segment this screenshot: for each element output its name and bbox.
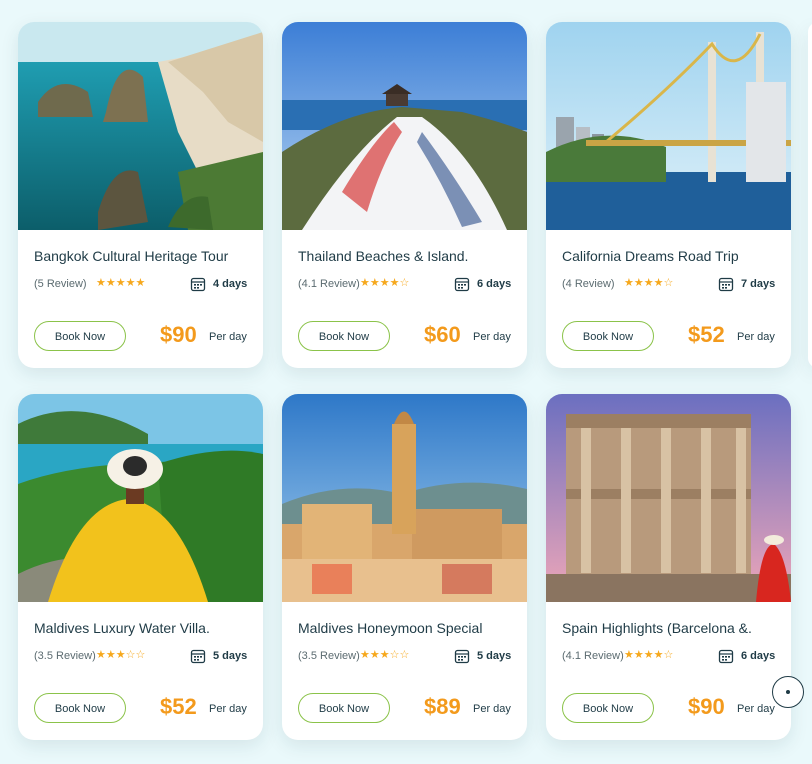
tour-price: $60 — [424, 322, 461, 347]
tour-photo-woman-yellow-dress[interactable] — [18, 394, 263, 602]
tour-title[interactable]: California Dreams Road Trip — [562, 248, 782, 264]
tour-title[interactable]: Maldives Honeymoon Special — [298, 620, 518, 636]
tour-title[interactable]: Thailand Beaches & Island. — [298, 248, 518, 264]
price-unit: Per day — [209, 703, 247, 715]
review-count: (3.5 Review) — [34, 650, 96, 662]
tour-price: $89 — [424, 694, 461, 719]
rating-stars: ★★★☆☆ — [360, 649, 410, 661]
tour-title[interactable]: Maldives Luxury Water Villa. — [34, 620, 254, 636]
tour-card[interactable]: Maldives Luxury Water Villa. (3.5 Review… — [18, 394, 263, 740]
rating-stars: ★★★★★ — [96, 277, 146, 289]
dot-icon — [786, 690, 790, 694]
tour-card[interactable]: Thailand Beaches & Island. (4.1 Review) … — [282, 22, 527, 368]
tour-duration: 7 days — [741, 278, 776, 290]
tour-title[interactable]: Bangkok Cultural Heritage Tour — [34, 248, 254, 264]
review-count: (5 Review) — [34, 278, 87, 290]
scroll-to-top-button[interactable] — [772, 676, 804, 708]
price-unit: Per day — [209, 331, 247, 343]
tour-photo-suspension-bridge[interactable] — [546, 22, 791, 230]
calendar-icon — [190, 649, 206, 664]
tour-card[interactable]: California Dreams Road Trip (4 Review) ★… — [546, 22, 791, 368]
tour-duration: 4 days — [213, 278, 248, 290]
review-count: (4.1 Review) — [562, 650, 624, 662]
rating-stars: ★★★★☆ — [360, 277, 410, 289]
book-now-button[interactable]: Book Now — [562, 321, 654, 351]
calendar-icon — [454, 649, 470, 664]
tour-photo-ancient-library-ruins[interactable] — [546, 394, 791, 602]
rating-stars: ★★★☆☆ — [96, 649, 146, 661]
rating-stars: ★★★★☆ — [624, 277, 674, 289]
tour-photo-coastal-town-tower[interactable] — [282, 394, 527, 602]
tour-duration: 5 days — [477, 650, 512, 662]
tour-card[interactable]: Spain Highlights (Barcelona &. (4.1 Revi… — [546, 394, 791, 740]
tour-price: $52 — [688, 322, 725, 347]
review-count: (4 Review) — [562, 278, 615, 290]
tour-card[interactable]: Bangkok Cultural Heritage Tour (5 Review… — [18, 22, 263, 368]
book-now-button[interactable]: Book Now — [298, 321, 390, 351]
tour-price: $90 — [688, 694, 725, 719]
review-count: (4.1 Review) — [298, 278, 360, 290]
tour-duration: 6 days — [477, 278, 512, 290]
price-unit: Per day — [737, 331, 775, 343]
price-unit: Per day — [473, 703, 511, 715]
tour-photo-snowy-hill-crowd[interactable] — [282, 22, 527, 230]
book-now-button[interactable]: Book Now — [298, 693, 390, 723]
tour-photo-coastal-cliffs[interactable] — [18, 22, 263, 230]
calendar-icon — [454, 277, 470, 292]
calendar-icon — [718, 649, 734, 664]
tour-title[interactable]: Spain Highlights (Barcelona &. — [562, 620, 782, 636]
tour-card[interactable]: Maldives Honeymoon Special (3.5 Review) … — [282, 394, 527, 740]
tour-price: $90 — [160, 322, 197, 347]
tour-duration: 6 days — [741, 650, 776, 662]
rating-stars: ★★★★☆ — [624, 649, 674, 661]
book-now-button[interactable]: Book Now — [562, 693, 654, 723]
price-unit: Per day — [737, 703, 775, 715]
partial-tour-card — [808, 22, 812, 368]
review-count: (3.5 Review) — [298, 650, 360, 662]
calendar-icon — [718, 277, 734, 292]
calendar-icon — [190, 277, 206, 292]
price-unit: Per day — [473, 331, 511, 343]
book-now-button[interactable]: Book Now — [34, 693, 126, 723]
book-now-button[interactable]: Book Now — [34, 321, 126, 351]
tour-duration: 5 days — [213, 650, 248, 662]
tour-price: $52 — [160, 694, 197, 719]
